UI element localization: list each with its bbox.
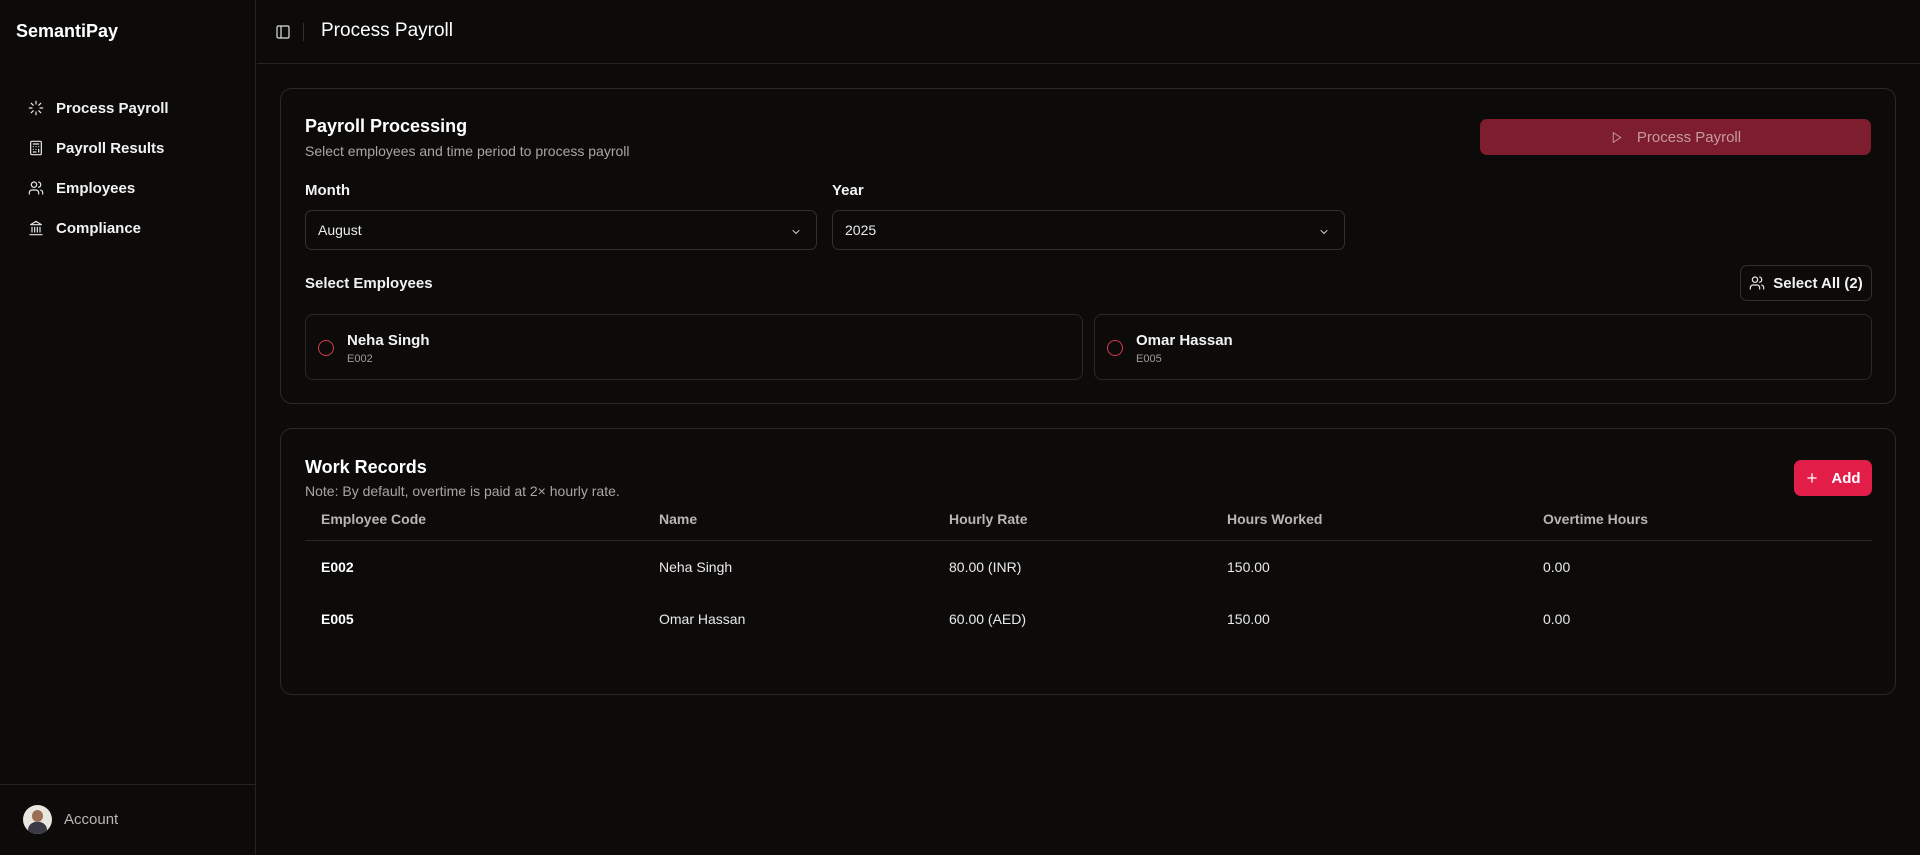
cell-name: Neha Singh (659, 559, 733, 575)
process-payroll-button[interactable]: Process Payroll (1480, 119, 1871, 155)
column-header[interactable]: Employee Code (321, 511, 426, 527)
column-header[interactable]: Overtime Hours (1543, 511, 1648, 527)
chevron-down-icon (790, 225, 802, 237)
sidebar-footer: Account (0, 784, 256, 855)
sidebar-item-payroll-results[interactable]: Payroll Results (16, 128, 240, 168)
year-label: Year (832, 182, 864, 199)
loader-icon (28, 100, 44, 116)
work-records-card: Work Records Note: By default, overtime … (280, 428, 1896, 695)
cell-employee-code: E002 (321, 559, 354, 575)
cell-hours-worked: 150.00 (1227, 559, 1270, 575)
sidebar-item-process-payroll[interactable]: Process Payroll (16, 88, 240, 128)
employee-card[interactable]: Omar Hassan E005 (1094, 314, 1872, 380)
calculator-icon (30, 140, 42, 156)
sidebar-item-compliance[interactable]: Compliance (16, 208, 240, 248)
brand-logo: SemantiPay (16, 21, 119, 41)
column-header[interactable]: Hours Worked (1227, 511, 1322, 527)
cell-hours-worked: 150.00 (1227, 611, 1270, 627)
avatar (23, 805, 52, 834)
process-payroll-label: Process Payroll (1636, 128, 1742, 146)
cell-overtime-hours: 0.00 (1543, 559, 1571, 575)
work-records-table: Employee Code Name Hourly Rate Hours Wor… (305, 497, 1872, 645)
employee-code: E002 (347, 353, 373, 365)
account-button[interactable]: Account (23, 805, 118, 834)
payroll-processing-card: Payroll Processing Select employees and … (280, 88, 1896, 404)
cell-employee-code: E005 (321, 611, 354, 627)
column-header[interactable]: Hourly Rate (949, 511, 1028, 527)
table-row[interactable]: E002 Neha Singh 80.00 (INR) 150.00 0.00 (305, 541, 1872, 593)
sidebar: SemantiPay Process Payroll Payroll Resul… (0, 0, 256, 855)
chevron-down-icon (1318, 225, 1330, 237)
sidebar-item-employees[interactable]: Employees (16, 168, 240, 208)
card-subtitle: Select employees and time period to proc… (305, 143, 630, 159)
sidebar-item-label: Employees (56, 179, 136, 197)
employee-radio[interactable] (1107, 340, 1123, 356)
month-label: Month (305, 182, 350, 199)
employee-code: E005 (1136, 353, 1162, 365)
landmark-icon (29, 220, 43, 236)
month-select[interactable]: August (305, 210, 817, 250)
employee-radio[interactable] (318, 340, 334, 356)
employee-name: Neha Singh (347, 332, 430, 349)
cell-hourly-rate: 80.00 (INR) (949, 559, 1022, 575)
header-divider (303, 23, 304, 41)
sidebar-toggle-icon[interactable] (275, 24, 291, 40)
users-icon (1749, 276, 1765, 290)
page-title: Process Payroll (321, 20, 453, 41)
sidebar-item-label: Compliance (56, 219, 142, 237)
select-employees-label: Select Employees (305, 275, 433, 292)
add-record-button[interactable]: Add (1794, 460, 1872, 496)
month-value: August (318, 222, 362, 238)
sidebar-item-label: Payroll Results (56, 139, 165, 157)
table-header: Employee Code Name Hourly Rate Hours Wor… (305, 497, 1872, 541)
card-title: Payroll Processing (305, 116, 468, 136)
year-select[interactable]: 2025 (832, 210, 1345, 250)
cell-overtime-hours: 0.00 (1543, 611, 1571, 627)
employee-name: Omar Hassan (1136, 332, 1233, 349)
select-all-label: Select All (2) (1773, 274, 1863, 292)
cell-name: Omar Hassan (659, 611, 746, 627)
sidebar-nav: Process Payroll Payroll Results Employee… (16, 88, 240, 248)
card-title: Work Records (305, 457, 427, 477)
account-label: Account (64, 811, 119, 828)
select-all-button[interactable]: Select All (2) (1740, 265, 1872, 301)
top-header: Process Payroll (257, 0, 1920, 64)
sidebar-item-label: Process Payroll (56, 99, 169, 117)
table-row[interactable]: E005 Omar Hassan 60.00 (AED) 150.00 0.00 (305, 593, 1872, 645)
plus-icon (1807, 473, 1818, 483)
employee-card[interactable]: Neha Singh E002 (305, 314, 1083, 380)
play-icon (1612, 131, 1622, 143)
column-header[interactable]: Name (659, 511, 697, 527)
year-value: 2025 (845, 222, 877, 238)
users-icon (28, 181, 44, 195)
cell-hourly-rate: 60.00 (AED) (949, 611, 1027, 627)
add-label: Add (1831, 469, 1861, 487)
